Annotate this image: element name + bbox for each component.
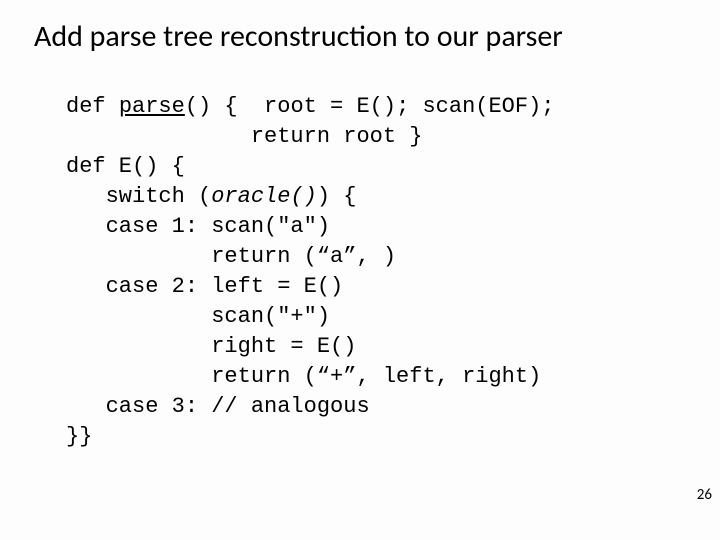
code-line-1a: def: [66, 94, 119, 119]
code-line-9: right = E(): [66, 334, 356, 359]
page-number: 26: [697, 486, 712, 504]
code-line-7: case 2: left = E(): [66, 274, 343, 299]
code-line-6: return (“a”, ): [66, 244, 396, 269]
code-line-8: scan("+"): [66, 304, 330, 329]
code-line-5: case 1: scan("a"): [66, 214, 330, 239]
code-line-4c: ) {: [317, 184, 357, 209]
code-line-4a: switch (: [66, 184, 211, 209]
code-line-10: return (“+”, left, right): [66, 364, 541, 389]
code-line-1b-underline: parse: [119, 94, 185, 119]
code-line-2: return root }: [66, 124, 422, 149]
code-line-12: }}: [66, 424, 92, 449]
code-line-11: case 3: // analogous: [66, 394, 370, 419]
code-line-4b-italic: oracle(): [211, 184, 317, 209]
slide: Add parse tree reconstruction to our par…: [0, 0, 720, 540]
code-line-1c: () { root = E(); scan(EOF);: [185, 94, 555, 119]
slide-title: Add parse tree reconstruction to our par…: [34, 18, 563, 55]
code-block: def parse() { root = E(); scan(EOF); ret…: [66, 92, 555, 452]
code-line-3: def E() {: [66, 154, 185, 179]
